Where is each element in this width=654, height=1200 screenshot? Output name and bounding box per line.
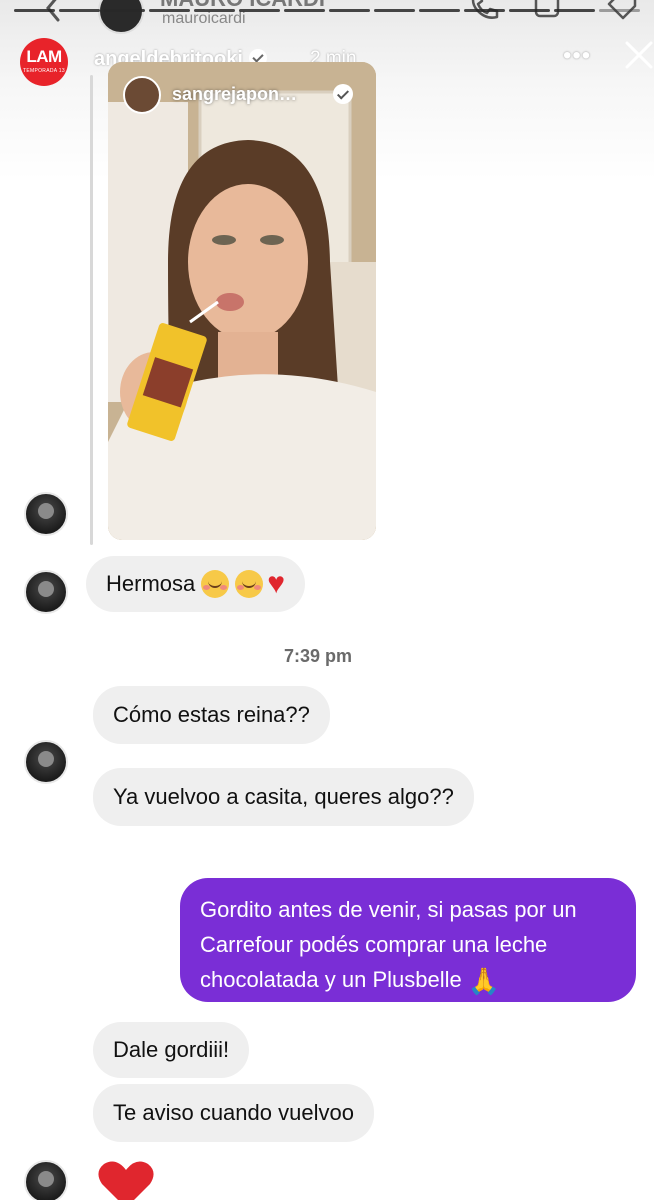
contact-avatar[interactable] [98,0,144,34]
sent-message-bubble[interactable]: Gordito antes de venir, si pasas por un … [180,878,636,1002]
close-icon[interactable] [624,40,654,70]
progress-segment [329,9,370,12]
video-icon[interactable] [533,0,567,24]
lam-logo-text: LAM [26,47,62,66]
message-timestamp: 7:39 pm [283,646,353,666]
progress-segment [464,9,505,12]
sender-avatar[interactable] [24,740,68,784]
progress-segment [194,9,235,12]
progress-segment [599,9,640,12]
lam-logo[interactable]: LAM TEMPORADA 13 [20,38,68,86]
message-text: Gordito antes de venir, si pasas por un … [200,892,616,999]
message-text: Hermosa [106,571,196,596]
shared-post-avatar[interactable] [123,76,161,114]
progress-segment [554,9,595,12]
smiling-face-with-hearts-icon [201,570,230,598]
red-heart-reaction-icon[interactable] [96,1160,156,1200]
message-bubble[interactable]: Dale gordiii! [93,1022,250,1078]
tag-icon[interactable] [605,0,639,24]
shared-story-post[interactable] [108,62,376,540]
progress-segment [59,9,100,12]
message-bubble[interactable]: Hermosa ♥ [86,556,306,612]
sender-avatar[interactable] [24,492,68,536]
sender-avatar[interactable] [24,1160,68,1200]
shared-post-image [108,62,376,540]
progress-segment [374,9,415,12]
smiling-face-with-hearts-icon [235,570,264,598]
dm-header: MAURO ICARDI mauroicardi [0,0,654,34]
sent-message-text: Gordito antes de venir, si pasas por un … [200,897,577,992]
message-bubble[interactable]: Ya vuelvoo a casita, queres algo?? [93,768,474,826]
progress-segment [509,9,550,12]
story-progress-bar [14,9,640,12]
contact-handle: mauroicardi [162,10,246,27]
lam-logo-subtext: TEMPORADA 13 [23,68,65,74]
shared-post-username[interactable]: sangrejapon… [172,84,297,105]
sender-avatar[interactable] [24,570,68,614]
progress-segment [149,9,190,12]
message-text: Te aviso cuando vuelvoo [113,1100,354,1125]
message-text: Dale gordiii! [113,1037,230,1062]
message-bubble[interactable]: Te aviso cuando vuelvoo [93,1084,374,1142]
message-bubble[interactable]: Cómo estas reina?? [93,686,330,744]
progress-segment [419,9,460,12]
progress-segment [239,9,280,12]
verified-badge-icon [333,84,353,104]
progress-segment [284,9,325,12]
red-heart-icon: ♥ [267,567,286,600]
folded-hands-icon: 🙏 [467,965,501,996]
phone-icon[interactable] [466,0,500,24]
reply-thread-line [90,75,93,545]
message-text: Cómo estas reina?? [113,702,310,727]
message-text: Ya vuelvoo a casita, queres algo?? [113,784,454,809]
progress-segment [14,9,55,12]
progress-segment [104,9,145,12]
more-horizontal-icon[interactable]: ••• [563,42,591,70]
